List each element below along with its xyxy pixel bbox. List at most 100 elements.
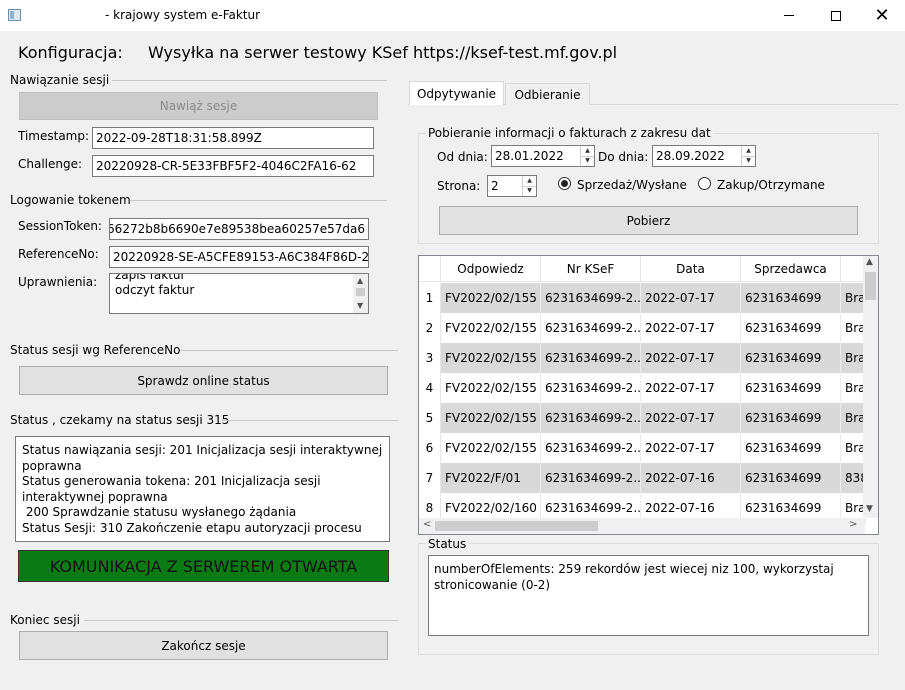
reference-field[interactable]: 20220928-SE-A5CFE89153-A6C384F86D-24	[109, 246, 369, 268]
session-token-field[interactable]: 51866272b8b6690e7e89538bea60257e57da6	[109, 218, 369, 240]
column-header[interactable]: Nr KSeF	[541, 256, 641, 282]
check-status-button[interactable]: Sprawdz online status	[19, 366, 388, 395]
table-cell[interactable]: 6231634699-2...	[541, 313, 641, 343]
table-vertical-scrollbar[interactable]: ▲ ▼	[863, 256, 878, 518]
spin-up-icon[interactable]: ▲	[581, 146, 594, 156]
scroll-thumb[interactable]	[865, 272, 876, 300]
divider	[180, 350, 398, 351]
radio-purchases-label[interactable]: Zakup/Otrzymane	[717, 178, 825, 192]
table-row[interactable]: FV2022/02/155 6231634699-2... 2022-07-17 62…	[441, 313, 866, 343]
row-number[interactable]: 4	[419, 373, 441, 403]
log-line: Status Sesji: 310 Zakończenie etapu auto…	[22, 520, 362, 535]
from-date-picker[interactable]: 28.01.2022 ▲ ▼	[491, 145, 595, 167]
table-row[interactable]: FV2022/02/155 6231634699-2... 2022-07-17 62…	[441, 403, 866, 433]
minimize-button[interactable]	[766, 0, 812, 31]
status-group-title: Status	[426, 537, 469, 551]
table-cell[interactable]: 6231634699	[741, 433, 841, 463]
scroll-up-icon[interactable]: ▲	[357, 276, 363, 285]
table-cell[interactable]: 6231634699-2...	[541, 373, 641, 403]
query-group-title: Pobieranie informacji o fakturach z zakr…	[426, 126, 713, 140]
table-cell[interactable]: 6231634699-2...	[541, 403, 641, 433]
spin-up-icon[interactable]: ▲	[523, 176, 536, 186]
table-cell[interactable]: 6231634699-2...	[541, 283, 641, 313]
table-row[interactable]: FV2022/02/155 6231634699-2... 2022-07-17 62…	[441, 343, 866, 373]
spin-up-icon[interactable]: ▲	[742, 146, 755, 156]
table-cell[interactable]: 2022-07-17	[641, 403, 741, 433]
row-number[interactable]: 7	[419, 463, 441, 493]
row-number[interactable]: 5	[419, 403, 441, 433]
page-value: 2	[491, 179, 499, 193]
table-cell[interactable]: FV2022/02/155	[441, 313, 541, 343]
table-cell[interactable]: FV2022/02/155	[441, 373, 541, 403]
column-header[interactable]: Sprzedawca	[741, 256, 841, 282]
tab-odpytywanie[interactable]: Odpytywanie	[409, 81, 504, 105]
table-cell[interactable]: FV2022/F/01	[441, 463, 541, 493]
status-text[interactable]: numberOfElements: 259 rekordów jest wiec…	[428, 555, 869, 636]
permissions-textarea[interactable]: zapis faktur odczyt faktur ▲ ▼	[109, 273, 369, 314]
corner-cell	[419, 256, 441, 282]
connect-session-button[interactable]: Nawiąż sesje	[19, 92, 378, 120]
table-cell[interactable]: 6231634699-2...	[541, 463, 641, 493]
from-date-label: Od dnia:	[437, 150, 488, 164]
close-button[interactable]: ✕	[859, 0, 905, 31]
table-row[interactable]: FV2022/F/01 6231634699-2... 2022-07-16 6231…	[441, 463, 866, 493]
row-number[interactable]: 1	[419, 283, 441, 313]
radio-purchases[interactable]	[698, 177, 711, 190]
maximize-button[interactable]	[813, 0, 859, 31]
table-cell[interactable]: 6231634699	[741, 373, 841, 403]
spin-down-icon[interactable]: ▼	[581, 155, 594, 167]
scroll-right-icon[interactable]: >	[849, 519, 857, 530]
table-cell[interactable]: 6231634699	[741, 463, 841, 493]
table-cell[interactable]: 6231634699-2...	[541, 433, 641, 463]
table-cell[interactable]: FV2022/02/155	[441, 433, 541, 463]
radio-sales-label[interactable]: Sprzedaż/Wysłane	[577, 178, 687, 192]
table-cell[interactable]: 2022-07-17	[641, 373, 741, 403]
app-window-icon	[8, 9, 21, 21]
column-header[interactable]: Data	[641, 256, 741, 282]
minimize-icon	[784, 15, 794, 16]
permissions-scrollbar[interactable]: ▲ ▼	[353, 274, 368, 313]
fetch-button[interactable]: Pobierz	[439, 206, 858, 235]
spin-down-icon[interactable]: ▼	[523, 185, 536, 197]
table-horizontal-scrollbar[interactable]: < >	[419, 518, 865, 534]
table-cell[interactable]: 6231634699	[741, 343, 841, 373]
tab-odbieranie[interactable]: Odbieranie	[505, 83, 590, 105]
table-row[interactable]: FV2022/02/155 6231634699-2... 2022-07-17 62…	[441, 433, 866, 463]
spin-down-icon[interactable]: ▼	[742, 155, 755, 167]
scroll-down-icon[interactable]: ▼	[866, 504, 873, 514]
table-cell[interactable]: 2022-07-17	[641, 283, 741, 313]
invoice-table[interactable]: Odpowiedz Nr KSeF Data Sprzedawca 1 FV202…	[418, 255, 879, 535]
table-cell[interactable]: 2022-07-17	[641, 343, 741, 373]
table-cell[interactable]: 2022-07-16	[641, 463, 741, 493]
table-cell[interactable]: 2022-07-17	[641, 313, 741, 343]
table-cell[interactable]: FV2022/02/155	[441, 403, 541, 433]
scroll-thumb[interactable]	[435, 521, 598, 531]
server-info: Wysyłka na serwer testowy KSef https://k…	[148, 43, 618, 62]
table-cell[interactable]: 6231634699	[741, 313, 841, 343]
status-line: stronicowanie (0-2)	[434, 577, 551, 592]
radio-sales[interactable]	[558, 177, 571, 190]
table-cell[interactable]: 6231634699	[741, 403, 841, 433]
table-cell[interactable]: FV2022/02/155	[441, 283, 541, 313]
challenge-field[interactable]: 20220928-CR-5E33FBF5F2-4046C2FA16-62	[92, 155, 374, 177]
config-label: Konfiguracja:	[18, 43, 123, 62]
table-row[interactable]: FV2022/02/155 6231634699-2... 2022-07-17 62…	[441, 373, 866, 403]
end-session-button[interactable]: Zakończ sesje	[19, 631, 388, 660]
scroll-left-icon[interactable]: <	[423, 519, 431, 530]
table-cell[interactable]: 6231634699	[741, 283, 841, 313]
column-header[interactable]: Odpowiedz	[441, 256, 541, 282]
timestamp-field[interactable]: 2022-09-28T18:31:58.899Z	[92, 127, 374, 149]
session-status-log[interactable]: Status nawiązania sesji: 201 Inicjalizac…	[15, 436, 390, 542]
row-number[interactable]: 6	[419, 433, 441, 463]
row-number[interactable]: 2	[419, 313, 441, 343]
row-number[interactable]: 3	[419, 343, 441, 373]
page-spinner[interactable]: 2 ▲ ▼	[487, 175, 537, 197]
table-cell[interactable]: FV2022/02/155	[441, 343, 541, 373]
scroll-down-icon[interactable]: ▼	[357, 301, 363, 310]
table-row[interactable]: FV2022/02/155 6231634699-2... 2022-07-17 62…	[441, 283, 866, 313]
scroll-up-icon[interactable]: ▲	[866, 257, 873, 267]
scroll-thumb[interactable]	[356, 288, 365, 296]
table-cell[interactable]: 2022-07-17	[641, 433, 741, 463]
table-cell[interactable]: 6231634699-2...	[541, 343, 641, 373]
to-date-picker[interactable]: 28.09.2022 ▲ ▼	[652, 145, 756, 167]
